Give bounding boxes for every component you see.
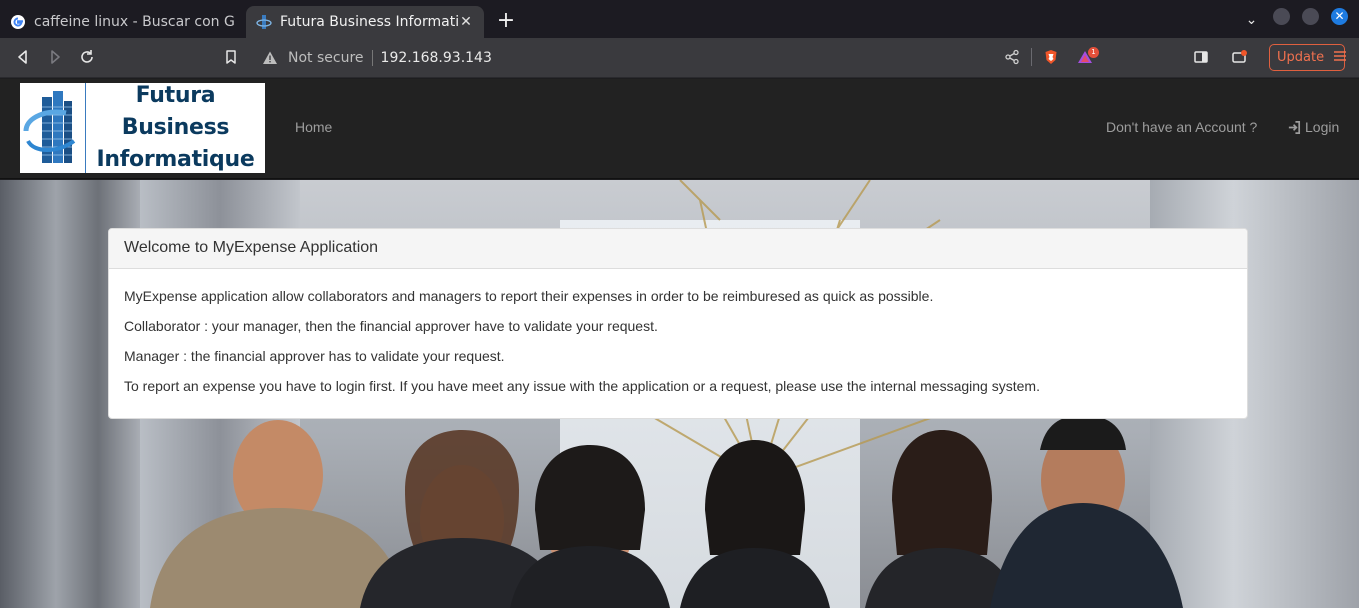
update-button[interactable]: Update: [1269, 44, 1347, 71]
nav-home-link[interactable]: Home: [295, 119, 332, 135]
hero-background-image: Welcome to MyExpense Application MyExpen…: [0, 180, 1359, 608]
new-tab-button[interactable]: +: [495, 10, 517, 32]
security-label[interactable]: Not secure: [288, 50, 373, 66]
signup-link[interactable]: Don't have an Account ?: [1106, 119, 1257, 135]
sidebar-toggle-icon[interactable]: [1189, 45, 1213, 69]
login-link[interactable]: Login: [1287, 119, 1339, 135]
address-bar[interactable]: Not secure 192.168.93.143: [254, 43, 1034, 73]
tab-title: caffeine linux - Buscar con Goo: [34, 14, 234, 30]
tab-list-chevron-icon[interactable]: ⌄: [1243, 12, 1260, 29]
brave-shields-icon[interactable]: [1039, 45, 1063, 69]
web-page: Futura Business Informatique Home Don't …: [0, 79, 1359, 608]
minimize-window-button[interactable]: [1273, 8, 1290, 25]
futura-favicon: [256, 14, 272, 30]
panel-paragraph: Manager : the financial approver has to …: [124, 348, 505, 364]
update-label: Update: [1277, 50, 1325, 65]
panel-heading: Welcome to MyExpense Application: [109, 229, 1247, 269]
logo-line-2: Informatique: [96, 147, 255, 172]
login-label: Login: [1305, 119, 1340, 135]
wallet-icon[interactable]: [1227, 45, 1251, 69]
menu-icon: [1333, 50, 1347, 66]
warning-icon[interactable]: [262, 50, 278, 66]
browser-tab-bar: caffeine linux - Buscar con Goo Futura B…: [0, 0, 1359, 38]
tab-title: Futura Business Informatiq: [280, 14, 458, 30]
close-tab-icon[interactable]: ✕: [458, 14, 474, 30]
shields-badge: 1: [1088, 47, 1099, 58]
forward-icon[interactable]: [43, 45, 67, 69]
google-icon: [10, 14, 26, 30]
maximize-window-button[interactable]: [1302, 8, 1319, 25]
reload-icon[interactable]: [75, 45, 99, 69]
site-logo[interactable]: Futura Business Informatique: [20, 83, 265, 173]
panel-paragraph: Collaborator : your manager, then the fi…: [124, 318, 658, 334]
site-navbar: Futura Business Informatique Home Don't …: [0, 79, 1359, 179]
panel-paragraph: MyExpense application allow collaborator…: [124, 288, 934, 304]
url-text[interactable]: 192.168.93.143: [381, 50, 492, 66]
panel-body: MyExpense application allow collaborator…: [109, 269, 1247, 423]
welcome-panel: Welcome to MyExpense Application MyExpen…: [108, 228, 1248, 419]
browser-tab[interactable]: caffeine linux - Buscar con Goo: [0, 6, 244, 38]
browser-tab-active[interactable]: Futura Business Informatiq ✕: [246, 6, 484, 38]
share-icon[interactable]: [1000, 45, 1024, 69]
toolbar-divider: [1031, 48, 1032, 66]
login-icon: [1288, 120, 1301, 134]
logo-line-1: Futura Business: [121, 83, 230, 140]
close-window-button[interactable]: ✕: [1331, 8, 1348, 25]
building-logo-icon: [20, 83, 86, 173]
bookmark-icon[interactable]: [219, 45, 243, 69]
panel-paragraph: To report an expense you have to login f…: [124, 378, 1040, 394]
back-icon[interactable]: [11, 45, 35, 69]
logo-text: Futura Business Informatique: [86, 80, 265, 176]
